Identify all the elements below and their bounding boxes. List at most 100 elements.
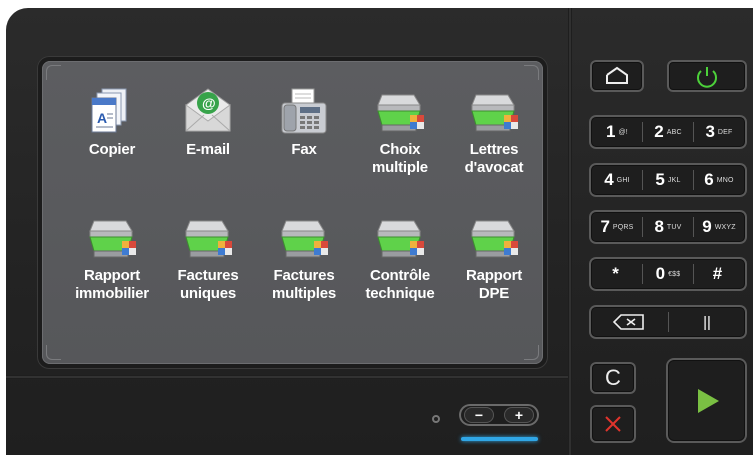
svg-text:A: A — [97, 110, 107, 126]
volume-plus-label: + — [514, 407, 524, 423]
app-label: Choix — [379, 141, 421, 158]
app-label: E-mail — [186, 141, 230, 158]
key-separator — [642, 264, 643, 284]
pause-button[interactable]: || — [671, 305, 743, 339]
screen-corner — [524, 345, 539, 360]
app-label-line2: technique — [365, 285, 435, 302]
keypad-row-4: * 0 €$$ # — [589, 257, 747, 291]
key-0[interactable]: 0 €$$ — [644, 257, 692, 291]
key-separator — [642, 122, 643, 142]
key-digit: 2 — [654, 122, 664, 141]
volume-down-button[interactable]: − — [464, 407, 494, 423]
power-icon — [697, 67, 717, 88]
power-button[interactable] — [667, 60, 747, 92]
key-separator — [642, 217, 643, 237]
key-digit: 4 — [604, 170, 614, 189]
app-tile-factures-uniques[interactable]: Factures uniques — [160, 211, 256, 321]
app-tile-controle-technique[interactable]: Contrôle technique — [352, 211, 448, 321]
close-icon — [605, 416, 621, 432]
status-led — [432, 415, 440, 423]
app-tile-fax[interactable]: Fax — [256, 85, 352, 195]
app-tile-copier[interactable]: A Copier — [64, 85, 160, 195]
key-digit: * — [612, 264, 619, 283]
key-digit: # — [712, 264, 723, 283]
app-label-line2: uniques — [179, 285, 237, 302]
scanner-icon — [185, 220, 232, 258]
key-digit: 1 — [606, 122, 616, 141]
start-button[interactable] — [666, 358, 747, 443]
app-label-line2: multiples — [271, 285, 337, 302]
keypad-row-2: 4 GHI 5 JKL 6 MNO — [589, 163, 747, 197]
volume-minus-label: − — [474, 407, 484, 423]
volume-control: − + — [459, 404, 539, 426]
key-letters: PQRS — [612, 223, 634, 231]
key-digit: 3 — [705, 122, 715, 141]
key-digit: 8 — [654, 217, 664, 236]
key-letters: ABC — [666, 128, 682, 136]
key-letters: TUV — [666, 223, 682, 231]
key-digit: 7 — [600, 217, 610, 236]
key-separator — [693, 264, 694, 284]
screen-corner — [524, 65, 539, 80]
printer-control-panel: A Copier @ E-mail Fax Choix multiple Let… — [0, 0, 753, 455]
app-label: Copier — [88, 141, 136, 158]
key-9[interactable]: 9 WXYZ — [695, 210, 743, 244]
key-3[interactable]: 3 DEF — [695, 115, 743, 149]
key-letters: GHI — [616, 176, 630, 184]
app-label: Fax — [291, 141, 317, 158]
backspace-button[interactable] — [593, 305, 665, 339]
key-letters: @! — [618, 128, 628, 136]
svg-text:@: @ — [202, 95, 216, 111]
key-separator — [693, 217, 694, 237]
app-label: Rapport — [83, 267, 141, 284]
panel-divider-horizontal — [6, 375, 568, 379]
scanner-icon — [377, 220, 424, 258]
fax-icon — [281, 88, 327, 134]
screen-corner — [46, 345, 61, 360]
keypad-row-3: 7 PQRS 8 TUV 9 WXYZ — [589, 210, 747, 244]
app-tile-factures-multiples[interactable]: Factures multiples — [256, 211, 352, 321]
volume-indicator-bar — [461, 437, 538, 441]
app-label-line2: d'avocat — [464, 159, 524, 176]
app-label-line2: multiple — [372, 159, 428, 176]
volume-up-button[interactable]: + — [504, 407, 534, 423]
key-7[interactable]: 7 PQRS — [593, 210, 641, 244]
app-tile-lettres-avocat[interactable]: Lettres d'avocat — [446, 85, 542, 195]
backspace-icon — [612, 314, 644, 330]
app-tile-rapport-dpe[interactable]: Rapport DPE — [446, 211, 542, 321]
key-digit: 5 — [655, 170, 665, 189]
app-label-line2: immobilier — [75, 285, 149, 302]
play-icon — [697, 388, 719, 413]
key-8[interactable]: 8 TUV — [644, 210, 692, 244]
app-tile-choix-multiple[interactable]: Choix multiple — [352, 85, 448, 195]
key-separator — [668, 312, 669, 332]
keypad-row-1: 1 @! 2 ABC 3 DEF — [589, 115, 747, 149]
stop-button[interactable] — [590, 405, 636, 443]
touch-screen: A Copier @ E-mail Fax Choix multiple Let… — [42, 61, 543, 364]
key-separator — [693, 122, 694, 142]
scanner-icon — [471, 220, 518, 258]
scanner-icon — [471, 94, 518, 132]
email-icon: @ — [185, 88, 231, 132]
key-6[interactable]: 6 MNO — [695, 163, 743, 197]
key-letters: MNO — [716, 176, 734, 184]
clear-button[interactable]: C — [590, 362, 636, 394]
key-hash[interactable]: # — [695, 257, 743, 291]
key-5[interactable]: 5 JKL — [644, 163, 692, 197]
app-tile-rapport-immobilier[interactable]: Rapport immobilier — [64, 211, 160, 321]
key-star[interactable]: * — [593, 257, 641, 291]
key-digit: 0 — [655, 264, 666, 283]
key-4[interactable]: 4 GHI — [593, 163, 641, 197]
key-2[interactable]: 2 ABC — [644, 115, 692, 149]
key-1[interactable]: 1 @! — [593, 115, 641, 149]
scanner-icon — [377, 94, 424, 132]
key-separator — [642, 170, 643, 190]
app-tile-email[interactable]: @ E-mail — [160, 85, 256, 195]
clear-label: C — [605, 365, 621, 390]
key-digit: 9 — [702, 217, 712, 236]
app-label: Factures — [177, 267, 239, 284]
home-button[interactable] — [590, 60, 644, 92]
copy-icon: A — [91, 88, 127, 133]
app-label: Factures — [273, 267, 335, 284]
key-digit: 6 — [704, 170, 714, 189]
